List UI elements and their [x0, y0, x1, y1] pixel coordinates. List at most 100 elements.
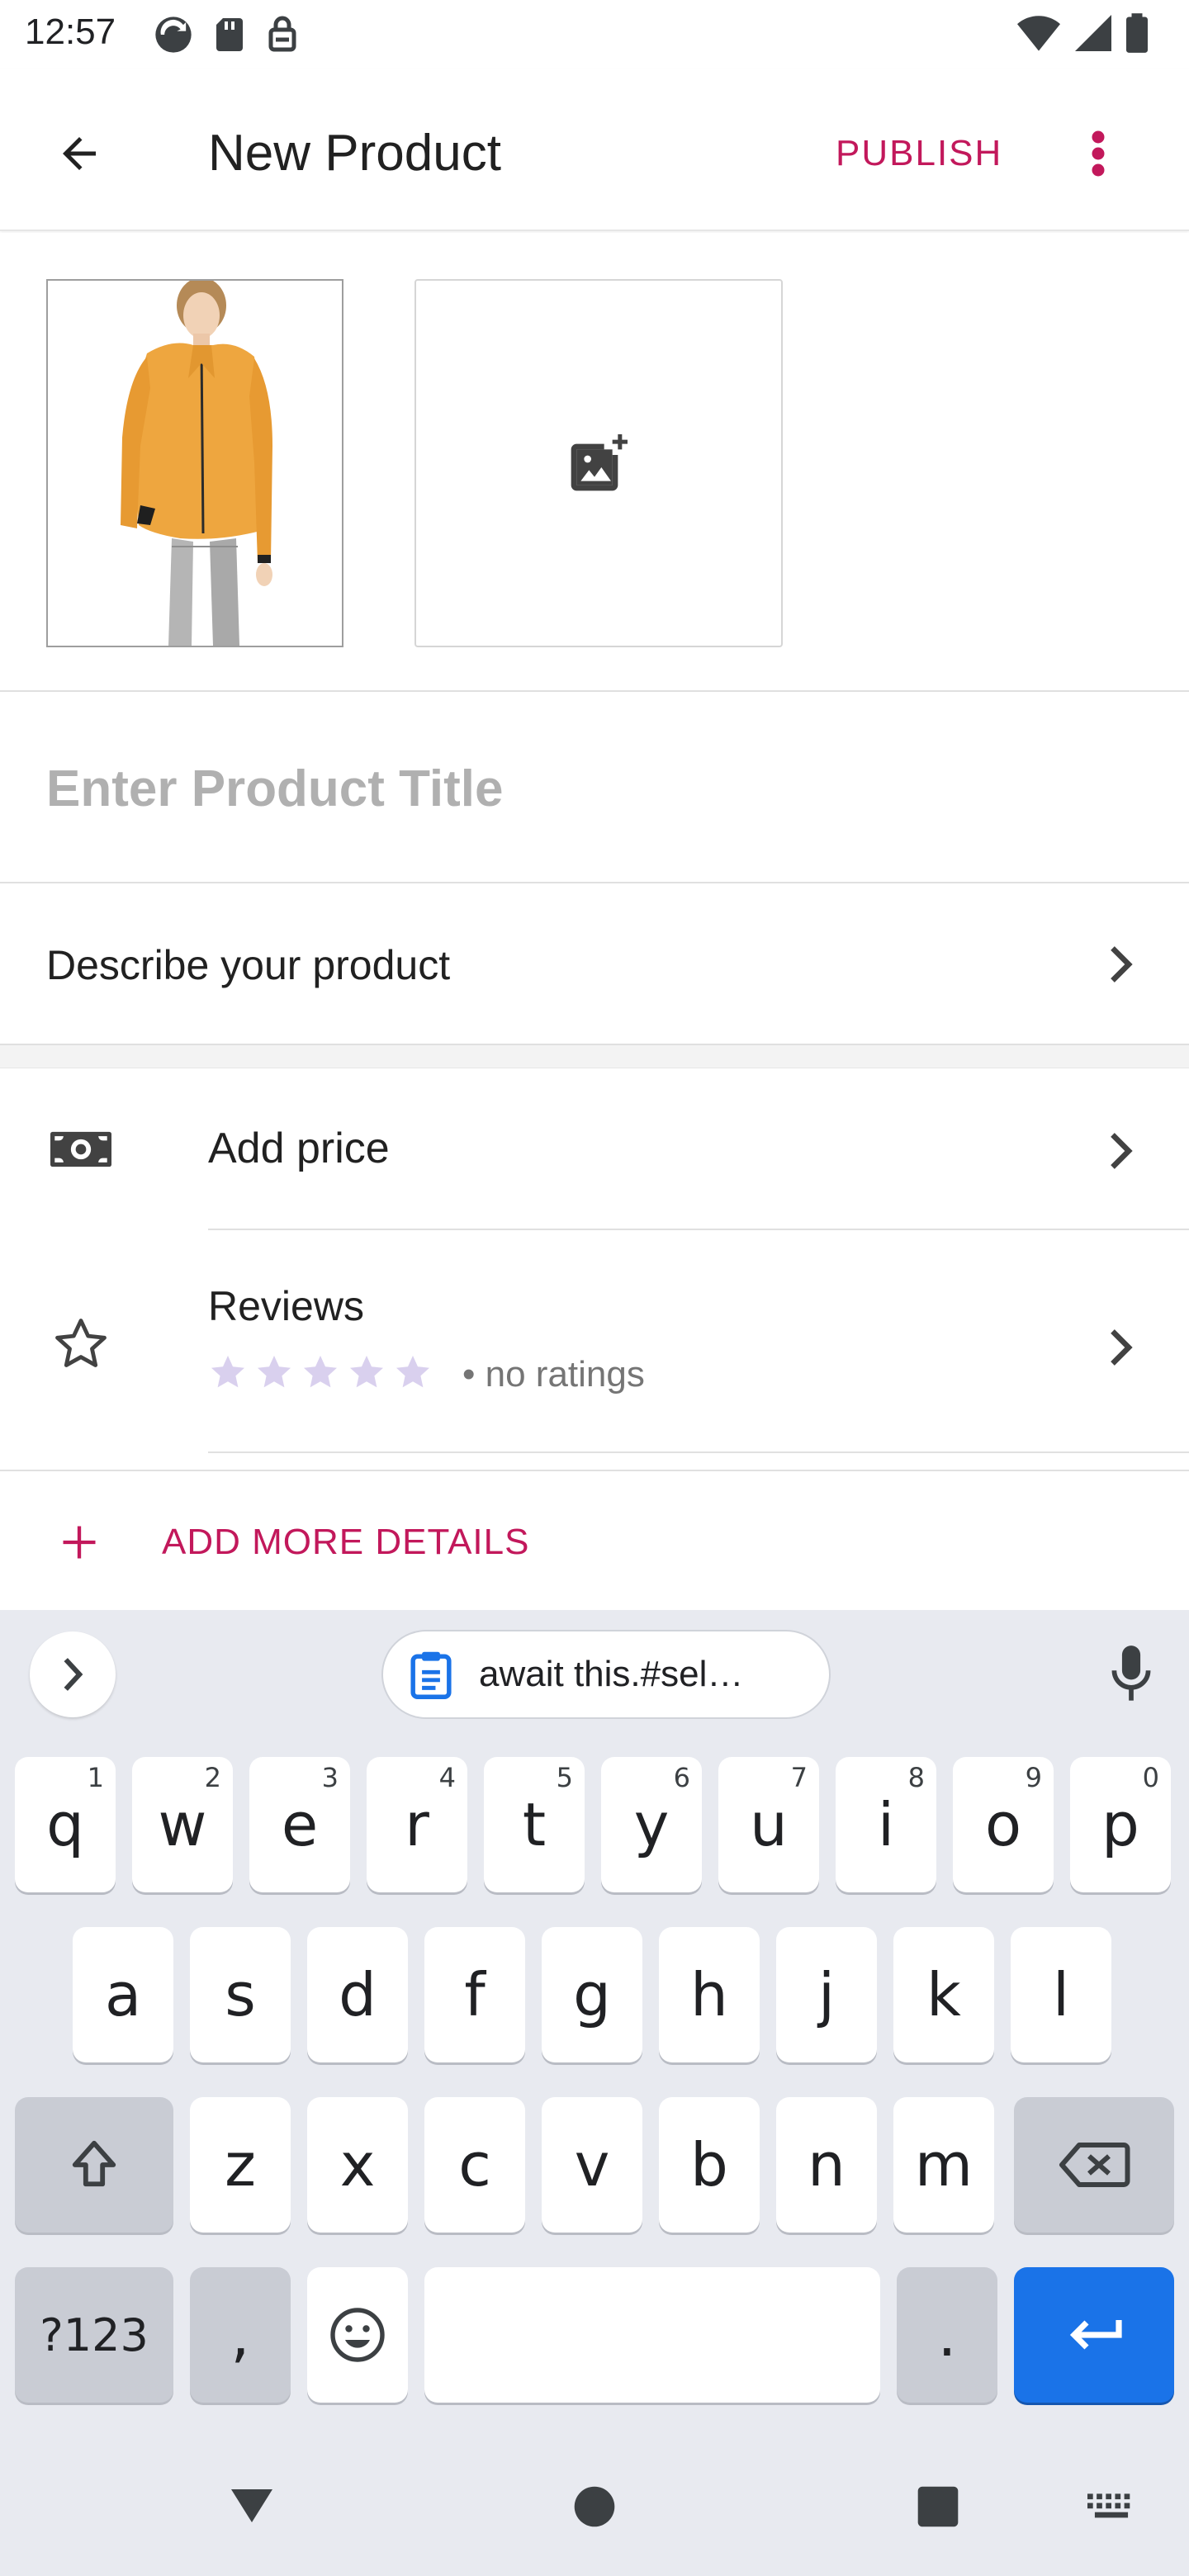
voice-input-button[interactable]: [1098, 1635, 1164, 1714]
keyboard-switcher-button[interactable]: [1082, 2488, 1141, 2525]
key-label: i: [877, 1790, 894, 1859]
reviews-label: Reviews: [208, 1283, 364, 1329]
sync-icon: [155, 17, 192, 53]
jacket-photo: [48, 281, 342, 646]
system-navigation-bar: [0, 2436, 1189, 2576]
key-z[interactable]: z: [190, 2097, 291, 2233]
space-key[interactable]: [424, 2267, 880, 2403]
add-more-details-button[interactable]: ADD MORE DETAILS: [0, 1471, 1189, 1610]
key-a[interactable]: a: [73, 1927, 173, 2062]
key-c[interactable]: c: [424, 2097, 525, 2233]
status-time: 12:57: [25, 12, 116, 52]
key-w[interactable]: w2: [132, 1757, 233, 1892]
key-label: o: [984, 1790, 1022, 1859]
keyboard-expand-button[interactable]: [30, 1631, 116, 1717]
key-hint: 4: [438, 1762, 456, 1793]
overflow-menu-button[interactable]: [1073, 121, 1123, 187]
key-hint: 0: [1142, 1762, 1159, 1793]
key-k[interactable]: k: [893, 1927, 994, 2062]
rating-stars: [208, 1352, 433, 1392]
arrow-left-icon: [63, 137, 96, 170]
clipboard-text: await this.#sel…: [479, 1654, 744, 1694]
key-t[interactable]: t5: [484, 1757, 585, 1892]
key-e[interactable]: e3: [249, 1757, 350, 1892]
emoji-icon: [330, 2308, 385, 2362]
enter-arrow-icon: [1069, 2320, 1122, 2350]
price-label: Add price: [208, 1125, 390, 1172]
divider: [208, 1451, 1189, 1453]
key-v[interactable]: v: [542, 2097, 642, 2233]
key-y[interactable]: y6: [601, 1757, 702, 1892]
nav-home-button[interactable]: [565, 2477, 624, 2536]
nav-back-button[interactable]: [223, 2477, 281, 2535]
reviews-row[interactable]: Reviews • no ratings: [0, 1230, 1189, 1453]
description-label: Describe your product: [46, 942, 451, 988]
product-image-thumbnail[interactable]: [46, 279, 343, 647]
backspace-icon: [1059, 2143, 1130, 2187]
key-o[interactable]: o9: [953, 1757, 1054, 1892]
emoji-key[interactable]: [307, 2267, 408, 2403]
key-n[interactable]: n: [776, 2097, 877, 2233]
star-empty-icon: [304, 1356, 337, 1388]
clipboard-icon: [410, 1651, 452, 1699]
key-b[interactable]: b: [659, 2097, 760, 2233]
clipboard-suggestion-chip[interactable]: await this.#sel…: [381, 1630, 831, 1719]
chevron-right-icon: [1105, 940, 1138, 989]
recents-square-icon: [917, 2486, 959, 2527]
key-g[interactable]: g: [542, 1927, 642, 2062]
enter-key[interactable]: [1014, 2267, 1174, 2403]
chevron-right-icon: [1105, 1323, 1138, 1372]
key-d[interactable]: d: [307, 1927, 408, 2062]
key-hint: 7: [790, 1762, 808, 1793]
key-f[interactable]: f: [424, 1927, 525, 2062]
key-label: y: [633, 1790, 670, 1859]
key-l[interactable]: l: [1011, 1927, 1111, 2062]
signal-icon: [1075, 15, 1111, 51]
key-p[interactable]: p0: [1070, 1757, 1171, 1892]
title-section: [0, 694, 1189, 883]
key-u[interactable]: u7: [718, 1757, 819, 1892]
key-label: r: [405, 1790, 429, 1859]
publish-button[interactable]: PUBLISH: [836, 127, 1002, 180]
key-label: t: [522, 1790, 547, 1859]
money-icon: [46, 1115, 116, 1184]
system-status-icons: [1017, 13, 1148, 53]
chevron-right-icon: [1105, 1126, 1138, 1176]
add-image-button[interactable]: [414, 279, 783, 647]
key-hint: 6: [673, 1762, 690, 1793]
comma-key[interactable]: ,: [190, 2267, 291, 2403]
key-m[interactable]: m: [893, 2097, 994, 2233]
product-title-input[interactable]: [46, 743, 1136, 834]
section-gap: [0, 1045, 1189, 1068]
mic-icon: [1111, 1646, 1151, 1701]
star-outline-icon: [46, 1309, 116, 1379]
key-hint: 5: [556, 1762, 573, 1793]
shift-key[interactable]: [15, 2097, 173, 2233]
key-hint: 1: [87, 1762, 104, 1793]
description-row[interactable]: Describe your product: [0, 885, 1189, 1045]
product-images: [0, 233, 1189, 692]
key-label: u: [750, 1790, 788, 1859]
back-button[interactable]: [46, 121, 112, 187]
key-i[interactable]: i8: [836, 1757, 936, 1892]
home-circle-icon: [574, 2486, 615, 2527]
wifi-icon: [1017, 16, 1060, 51]
key-label: w: [158, 1790, 207, 1859]
key-r[interactable]: r4: [367, 1757, 467, 1892]
nav-recents-button[interactable]: [908, 2477, 968, 2536]
soft-keyboard: await this.#sel… q1 w2 e3 r4 t5 y6 u7 i8…: [0, 1610, 1189, 2436]
status-bar: 12:57: [0, 0, 1189, 69]
key-q[interactable]: q1: [15, 1757, 116, 1892]
app-bar: New Product PUBLISH: [0, 69, 1189, 231]
price-row[interactable]: Add price: [0, 1068, 1189, 1230]
key-s[interactable]: s: [190, 1927, 291, 2062]
key-x[interactable]: x: [307, 2097, 408, 2233]
backspace-key[interactable]: [1014, 2097, 1174, 2233]
key-h[interactable]: h: [659, 1927, 760, 2062]
key-hint: 2: [204, 1762, 221, 1793]
notification-icons: [152, 13, 301, 56]
symbols-key[interactable]: ?123: [15, 2267, 173, 2403]
period-key[interactable]: .: [897, 2267, 997, 2403]
key-j[interactable]: j: [776, 1927, 877, 2062]
star-empty-icon: [211, 1356, 244, 1388]
